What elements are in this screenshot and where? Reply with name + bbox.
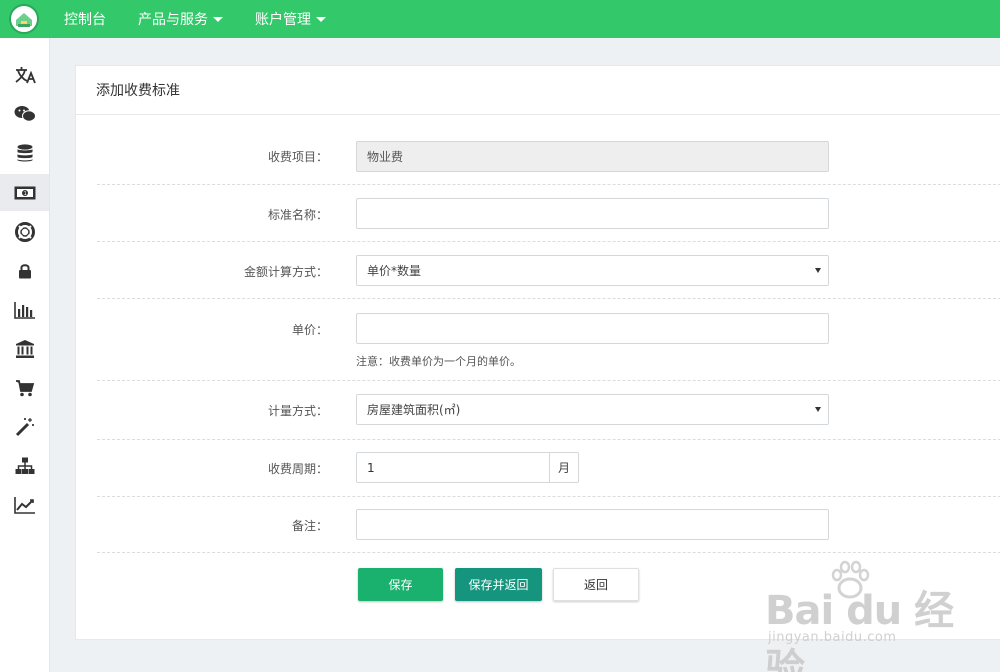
dropdown-arrow-icon [815,268,821,273]
row-divider [97,298,1000,299]
measure-method-label: 计量方式： [267,404,328,418]
charge-period-input[interactable]: 1 [356,452,550,483]
nav-console-label: 控制台 [64,12,106,28]
sidebar-item-bank[interactable] [0,330,49,367]
charge-period-value: 1 [367,460,375,475]
sidebar-item-trends[interactable] [0,486,49,523]
sidebar-item-organization[interactable] [0,447,49,484]
page-title: 添加收费标准 [96,83,180,99]
dropdown-arrow-icon [815,407,821,412]
charge-item-value: 物业费 [367,150,404,164]
unit-price-input[interactable] [356,313,829,344]
charge-period-label: 收费周期： [267,462,328,476]
sidebar-item-database[interactable] [0,134,49,171]
row-divider [97,552,1000,553]
amount-method-value: 单价*数量 [367,264,422,278]
line-chart-icon [13,496,35,514]
charge-period-unit: 月 [549,452,579,483]
sitemap-icon [15,457,34,474]
wechat-icon [14,105,36,122]
row-divider [97,184,1000,185]
amount-method-label: 金额计算方式： [243,265,328,279]
logo[interactable] [9,4,39,34]
sidebar-item-wechat[interactable] [0,95,49,132]
sidebar-item-support[interactable] [0,213,49,250]
remark-label: 备注： [291,519,328,533]
title-divider [76,114,1000,115]
unit-price-note: 注意：收费单价为一个月的单价。 [356,355,521,368]
row-divider [97,439,1000,440]
form-panel: 添加收费标准 收费项目： 物业费 标准名称： 金额计算方式： 单价*数量 单价：… [75,65,1000,640]
row-divider [97,496,1000,497]
sidebar-item-security[interactable] [0,252,49,289]
cart-icon [15,379,34,396]
sidebar-item-tools[interactable] [0,408,49,445]
magic-wand-icon [15,417,34,436]
sidebar-item-shop[interactable] [0,369,49,406]
sidebar-item-statistics[interactable] [0,291,49,328]
svg-text:1: 1 [23,191,26,197]
unit-price-label: 单价： [291,323,328,337]
database-icon [17,143,32,161]
nav-products-services[interactable]: 产品与服务 [138,9,223,29]
bank-icon [15,339,34,358]
caret-down-icon [213,16,223,22]
top-navbar: 控制台 产品与服务 账户管理 [0,0,1000,38]
nav-products-label: 产品与服务 [138,12,208,28]
nav-console[interactable]: 控制台 [64,9,106,29]
back-button[interactable]: 返回 [553,568,639,601]
charge-item-field: 物业费 [356,141,829,172]
bar-chart-icon [13,301,35,319]
standard-name-input[interactable] [356,198,829,229]
measure-method-select[interactable]: 房屋建筑面积(㎡) [356,394,829,425]
save-and-return-button[interactable]: 保存并返回 [455,568,542,601]
caret-down-icon [316,16,326,22]
measure-method-value: 房屋建筑面积(㎡) [367,403,461,417]
sidebar: 1 [0,38,50,672]
amount-method-select[interactable]: 单价*数量 [356,255,829,286]
translate-icon [14,66,36,83]
save-button[interactable]: 保存 [358,568,443,601]
charge-item-label: 收费项目： [267,150,328,164]
sidebar-item-translate[interactable] [0,56,49,93]
remark-input[interactable] [356,509,829,540]
standard-name-label: 标准名称： [267,208,328,222]
lifebuoy-icon [14,221,35,242]
row-divider [97,380,1000,381]
money-icon: 1 [14,186,35,199]
row-divider [97,241,1000,242]
lock-icon [18,263,31,278]
nav-account-management[interactable]: 账户管理 [255,9,326,29]
sidebar-item-money[interactable]: 1 [0,174,49,211]
nav-account-label: 账户管理 [255,12,311,28]
